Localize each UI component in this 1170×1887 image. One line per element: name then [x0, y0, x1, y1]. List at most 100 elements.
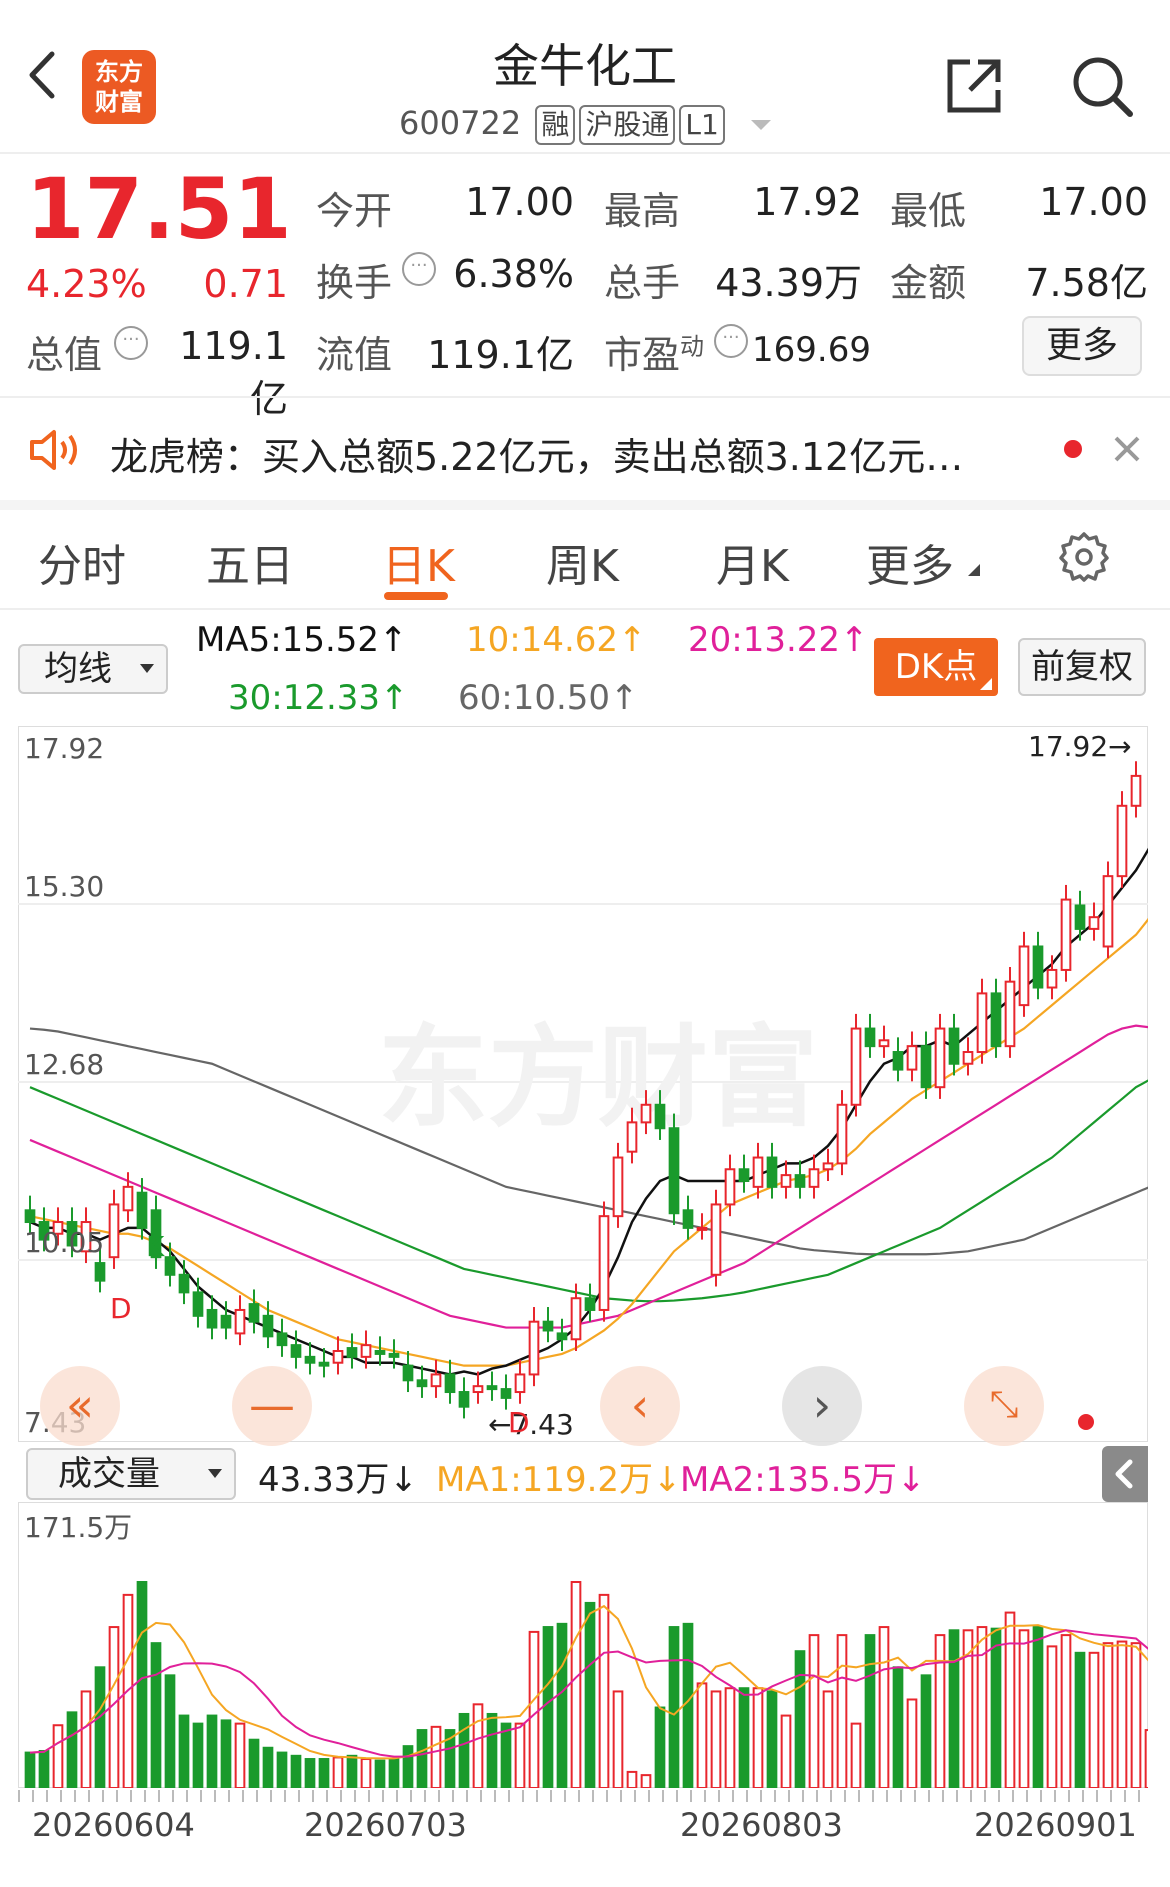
- volume-bar: [1144, 1729, 1148, 1788]
- candle: [836, 1103, 848, 1165]
- settings-icon[interactable]: [1058, 530, 1110, 582]
- candle: [220, 1314, 232, 1329]
- max-price-label: 17.92→: [1028, 730, 1132, 763]
- adjust-button[interactable]: 前复权: [1018, 638, 1146, 696]
- candle: [178, 1273, 190, 1294]
- y-label-2: 15.30: [24, 870, 105, 903]
- candle: [416, 1379, 428, 1388]
- volume-bar: [388, 1758, 400, 1788]
- tab-more[interactable]: 更多: [866, 530, 954, 594]
- kline-chart[interactable]: 东方财富 17.92 15.30 12.68 10.05 7.43 17.92→…: [18, 726, 1148, 1446]
- volume-bar: [276, 1751, 288, 1788]
- candle: [388, 1352, 400, 1358]
- volume-bar: [542, 1626, 554, 1788]
- rewind-button[interactable]: «: [40, 1366, 120, 1446]
- status-dot: [1078, 1414, 1094, 1430]
- volume-indicator-select[interactable]: 成交量: [26, 1448, 236, 1500]
- volume-bar: [1004, 1611, 1016, 1788]
- pe-value: 169.69: [752, 330, 871, 370]
- y-label-max: 17.92: [24, 732, 105, 765]
- info-icon[interactable]: ···: [114, 326, 148, 360]
- notice-text[interactable]: 龙虎榜：买入总额5.22亿元，卖出总额3.12亿元…: [110, 426, 963, 481]
- volume-bar: [598, 1593, 610, 1788]
- candle: [920, 1045, 932, 1089]
- volume-bar: [234, 1722, 246, 1788]
- volume-bar: [1088, 1651, 1100, 1788]
- candle: [276, 1332, 288, 1347]
- volume-bar: [836, 1634, 848, 1788]
- volume-bar: [906, 1698, 918, 1788]
- indicator-select-label: 均线: [44, 649, 112, 689]
- volume-bar: [150, 1642, 162, 1788]
- candle: [318, 1361, 330, 1367]
- signal-d-marker: D: [508, 1406, 530, 1439]
- volume-value: 43.39万: [715, 261, 862, 305]
- candle: [766, 1156, 778, 1188]
- candle: [640, 1103, 652, 1124]
- candle: [1130, 774, 1142, 807]
- candle: [682, 1209, 694, 1229]
- tabs-divider: [0, 608, 1170, 610]
- volume-chart[interactable]: 171.5万: [18, 1502, 1148, 1788]
- low-label: 最低: [890, 189, 967, 233]
- info-icon[interactable]: ···: [402, 252, 436, 286]
- chevron-down-icon: [140, 664, 154, 673]
- signal-k-marker: K: [146, 1230, 165, 1263]
- candle: [1032, 945, 1044, 989]
- close-icon[interactable]: [1110, 432, 1144, 466]
- candle: [738, 1168, 750, 1182]
- candle: [934, 1027, 946, 1089]
- tab-daily-k[interactable]: 日K: [382, 530, 455, 594]
- pe-label-text: 市盈: [604, 333, 681, 377]
- tab-monthly-k[interactable]: 月K: [716, 530, 789, 594]
- volume-bar: [346, 1754, 358, 1788]
- volume-bar: [864, 1634, 876, 1788]
- info-icon[interactable]: ···: [714, 324, 748, 358]
- candle: [654, 1103, 666, 1130]
- dk-point-button[interactable]: DK点: [874, 638, 998, 696]
- volume-bar: [710, 1690, 722, 1788]
- high-label: 最高: [604, 189, 681, 233]
- prev-button[interactable]: ‹: [600, 1366, 680, 1446]
- zoom-out-button[interactable]: —: [232, 1366, 312, 1446]
- tag-level: L1: [679, 105, 725, 145]
- share-icon[interactable]: [940, 52, 1008, 120]
- candle: [458, 1391, 470, 1408]
- tab-intraday[interactable]: 分时: [38, 530, 126, 594]
- indicator-select[interactable]: 均线: [18, 644, 168, 694]
- volume-ma1: MA1:119.2万↓: [436, 1460, 682, 1500]
- candle: [1088, 916, 1100, 930]
- high-value: 17.92: [753, 180, 862, 224]
- candle: [990, 992, 1002, 1048]
- collapse-panel-button[interactable]: [1102, 1446, 1148, 1502]
- candle: [472, 1385, 484, 1394]
- volume-bar: [402, 1745, 414, 1788]
- volume-bar: [1116, 1640, 1128, 1788]
- more-button[interactable]: 更多: [1022, 316, 1142, 376]
- chevron-down-icon: [208, 1469, 222, 1478]
- candle: [1102, 875, 1114, 948]
- dk-point-label: DK点: [894, 647, 978, 687]
- volume-bar: [528, 1630, 540, 1788]
- candle: [136, 1191, 148, 1229]
- volume-bar: [486, 1712, 498, 1788]
- candle: [584, 1297, 596, 1311]
- amount-label: 金额: [890, 261, 967, 305]
- candle: [444, 1373, 456, 1394]
- volume-bar: [1074, 1651, 1086, 1788]
- y-label-4: 10.05: [24, 1226, 105, 1259]
- volume-bar: [514, 1722, 526, 1788]
- tab-weekly-k[interactable]: 周K: [546, 530, 619, 594]
- volume-bar: [80, 1690, 92, 1788]
- search-icon[interactable]: [1068, 52, 1136, 120]
- next-button[interactable]: ›: [782, 1366, 862, 1446]
- candle: [304, 1355, 316, 1364]
- volume-bar: [192, 1722, 204, 1788]
- volume-bar: [38, 1749, 50, 1788]
- dropdown-arrow-icon[interactable]: [750, 120, 771, 130]
- tab-five-day[interactable]: 五日: [206, 530, 294, 594]
- volume-bar: [640, 1774, 652, 1788]
- candle: [1018, 945, 1030, 1007]
- candle: [332, 1349, 344, 1364]
- fullscreen-button[interactable]: ⤡: [964, 1366, 1044, 1446]
